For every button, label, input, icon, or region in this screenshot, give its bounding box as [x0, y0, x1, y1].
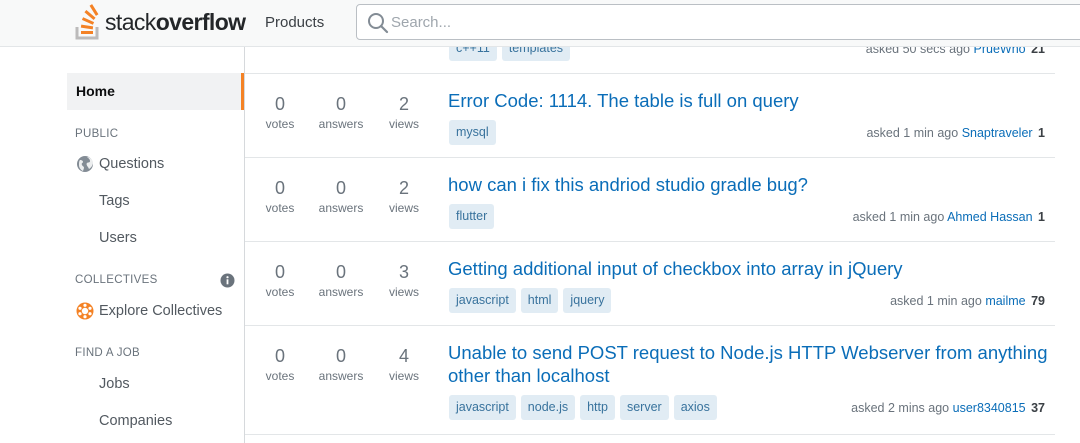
sidebar-item-companies[interactable]: Companies: [99, 411, 172, 431]
votes-stat: 0 votes: [250, 262, 310, 300]
tag[interactable]: html: [520, 288, 559, 313]
user-link[interactable]: user8340815: [953, 401, 1026, 415]
question-meta: asked 1 min ago Snaptraveler 1: [866, 126, 1045, 140]
question-row: 0 votes 0 answers 3 views Getting additi…: [245, 242, 1055, 326]
sidebar-heading-find-a-job: FIND A JOB: [75, 347, 140, 359]
question-meta: asked 2 mins ago user8340815 37: [851, 401, 1045, 415]
user-link[interactable]: mailme: [985, 294, 1025, 308]
views-count: 2: [398, 94, 409, 114]
votes-count: 0: [274, 262, 285, 282]
sidebar-heading-collectives: COLLECTIVES: [75, 274, 158, 286]
search-box: [356, 4, 1080, 40]
views-label: views: [388, 117, 419, 131]
question-title-link[interactable]: Error Code: 1114. The table is full on q…: [448, 89, 1053, 112]
votes-stat: 0 votes: [250, 94, 310, 132]
answers-label: answers: [318, 285, 364, 299]
user-reputation: 1: [1038, 126, 1045, 140]
votes-count: 0: [274, 94, 285, 114]
question-tags: mysql: [449, 120, 496, 145]
answers-stat: 0 answers: [311, 94, 371, 132]
question-title-link[interactable]: Getting additional input of checkbox int…: [448, 257, 1053, 280]
views-stat: 3 views: [374, 262, 434, 300]
asked-time: asked 1 min ago: [852, 210, 945, 224]
question-title-link[interactable]: how can i fix this andriod studio gradle…: [448, 173, 1053, 196]
globe-icon: [77, 156, 93, 172]
question-tags: javascript node.js http server axios: [449, 395, 717, 420]
answers-label: answers: [318, 369, 364, 383]
question-row: 0 votes 0 answers 2 views how can i fix …: [245, 158, 1055, 242]
tag[interactable]: javascript: [449, 395, 516, 420]
user-link[interactable]: Ahmed Hassan: [947, 210, 1032, 224]
votes-label: votes: [265, 201, 295, 215]
votes-label: votes: [265, 285, 295, 299]
asked-time: asked 1 min ago: [890, 294, 982, 308]
search-icon: [368, 13, 389, 34]
tag[interactable]: axios: [673, 395, 717, 420]
asked-time: asked 1 min ago: [866, 126, 959, 140]
views-stat: 4 views: [374, 346, 434, 384]
question-tags: javascript html jquery: [449, 288, 612, 313]
tag[interactable]: mysql: [449, 120, 496, 145]
question-tags: flutter: [449, 204, 495, 229]
sidebar-item-label: Explore Collectives: [99, 303, 223, 319]
collectives-icon: [76, 302, 94, 320]
votes-stat: 0 votes: [250, 346, 310, 384]
answers-stat: 0 answers: [311, 346, 371, 384]
answers-stat: 0 answers: [311, 262, 371, 300]
sidebar-item-tags[interactable]: Tags: [99, 191, 130, 211]
answers-label: answers: [318, 117, 364, 131]
tag[interactable]: javascript: [449, 288, 516, 313]
asked-time: asked 2 mins ago: [851, 401, 950, 415]
views-stat: 2 views: [374, 94, 434, 132]
info-icon[interactable]: [220, 273, 235, 288]
answers-label: answers: [318, 201, 364, 215]
views-count: 3: [398, 262, 409, 282]
logo-text: stackoverflow: [105, 8, 246, 35]
products-menu-button[interactable]: Products: [254, 8, 335, 38]
answers-count: 0: [335, 94, 346, 114]
search-input[interactable]: [391, 5, 1071, 39]
tag[interactable]: jquery: [563, 288, 612, 313]
views-count: 2: [398, 178, 409, 198]
stackoverflow-logo-icon: [75, 4, 99, 40]
sidebar-item-questions[interactable]: Questions: [76, 154, 164, 174]
votes-count: 0: [274, 178, 285, 198]
votes-label: votes: [265, 369, 295, 383]
sidebar-heading-public: PUBLIC: [75, 128, 119, 140]
left-sidebar: Home PUBLIC Questions Tags Users COLLECT…: [0, 47, 245, 443]
answers-count: 0: [335, 346, 346, 366]
answers-stat: 0 answers: [311, 178, 371, 216]
question-title-link[interactable]: Unable to send POST request to Node.js H…: [448, 341, 1053, 387]
question-meta: asked 1 min ago Ahmed Hassan 1: [853, 210, 1045, 224]
views-count: 4: [398, 346, 409, 366]
user-link[interactable]: Snaptraveler: [962, 126, 1033, 140]
tag[interactable]: flutter: [449, 204, 495, 229]
question-row: 0 votes 0 answers 2 views Error Code: 11…: [245, 74, 1055, 158]
views-stat: 2 views: [374, 178, 434, 216]
user-reputation: 79: [1031, 294, 1045, 308]
tag[interactable]: server: [619, 395, 669, 420]
sidebar-item-label: Questions: [99, 156, 165, 172]
top-bar: stackoverflow Products: [0, 0, 1080, 47]
answers-count: 0: [335, 178, 346, 198]
votes-label: votes: [265, 117, 295, 131]
sidebar-item-users[interactable]: Users: [99, 228, 137, 248]
sidebar-item-explore-collectives[interactable]: Explore Collectives: [76, 301, 222, 321]
question-row: 0 votes 0 answers 4 views Unable to send…: [245, 326, 1055, 435]
answers-count: 0: [335, 262, 346, 282]
sidebar-item-jobs[interactable]: Jobs: [99, 374, 130, 394]
question-list: c++11 templates asked 50 secs ago PrueWh…: [245, 36, 1080, 443]
user-reputation: 37: [1031, 401, 1045, 415]
views-label: views: [388, 201, 419, 215]
votes-count: 0: [274, 346, 285, 366]
tag[interactable]: node.js: [520, 395, 576, 420]
stackoverflow-logo[interactable]: stackoverflow: [74, 3, 246, 41]
user-reputation: 1: [1038, 210, 1045, 224]
question-meta: asked 1 min ago mailme 79: [890, 294, 1045, 308]
votes-stat: 0 votes: [250, 178, 310, 216]
views-label: views: [388, 285, 419, 299]
tag[interactable]: http: [580, 395, 615, 420]
sidebar-item-home[interactable]: Home: [67, 73, 244, 110]
views-label: views: [388, 369, 419, 383]
